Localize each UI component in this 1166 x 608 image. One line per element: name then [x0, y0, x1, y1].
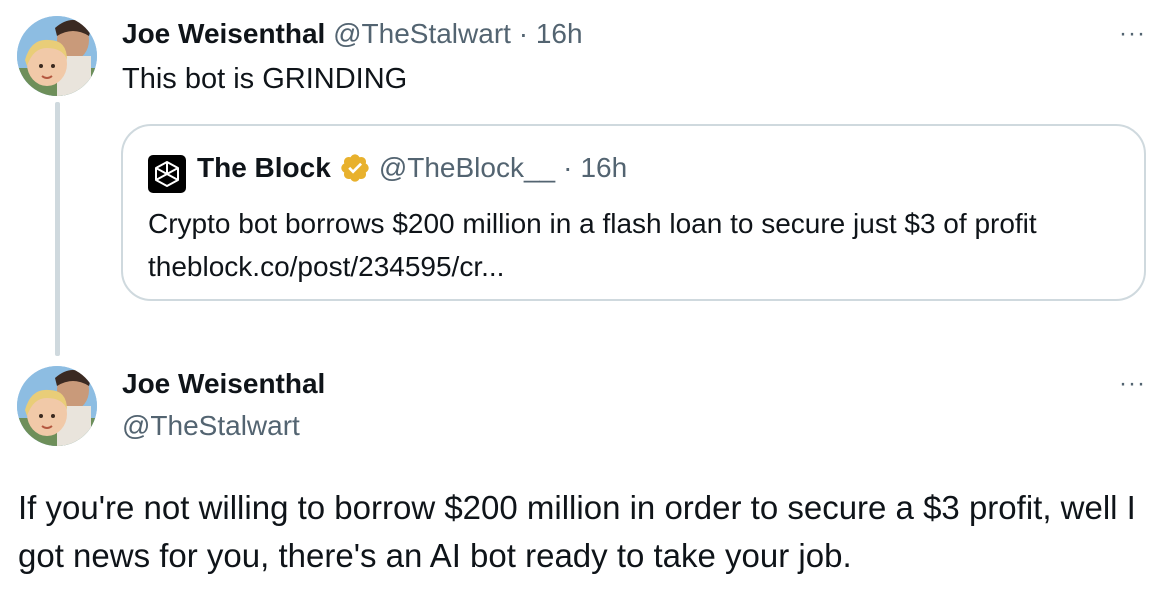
separator-dot: ·: [518, 18, 529, 49]
tweet-header: Joe Weisenthal @TheStalwart · 16h: [122, 18, 583, 50]
author-handle[interactable]: @TheStalwart: [333, 18, 511, 49]
author-name[interactable]: Joe Weisenthal: [122, 368, 325, 400]
avatar-photo: [17, 366, 97, 446]
timestamp[interactable]: 16h: [536, 18, 583, 49]
more-options-icon[interactable]: ···: [1119, 22, 1146, 46]
tweet-text: If you're not willing to borrow $200 mil…: [18, 489, 1136, 574]
the-block-logo-icon: [148, 155, 186, 193]
avatar-photo: [17, 16, 97, 96]
separator-dot: ·: [563, 152, 573, 183]
author-handle[interactable]: @TheStalwart: [122, 410, 300, 442]
quoted-author-name[interactable]: The Block: [197, 152, 331, 184]
quoted-author-handle[interactable]: @TheBlock__: [379, 152, 555, 184]
verified-badge-icon: [341, 154, 369, 182]
quoted-timestamp[interactable]: 16h: [580, 152, 627, 184]
quoted-tweet-card[interactable]: The Block @TheBlock__ · 16h Crypto bot b…: [121, 124, 1146, 301]
avatar[interactable]: [17, 366, 97, 446]
quoted-tweet-header: The Block @TheBlock__ · 16h: [197, 152, 627, 184]
quoted-tweet-text: Crypto bot borrows $200 million in a fla…: [148, 208, 1037, 282]
author-name[interactable]: Joe Weisenthal: [122, 18, 325, 49]
tweet-text: This bot is GRINDING: [122, 63, 408, 95]
thread-connector-line: [55, 102, 60, 356]
avatar[interactable]: [17, 16, 97, 96]
more-options-icon[interactable]: ···: [1119, 372, 1146, 396]
